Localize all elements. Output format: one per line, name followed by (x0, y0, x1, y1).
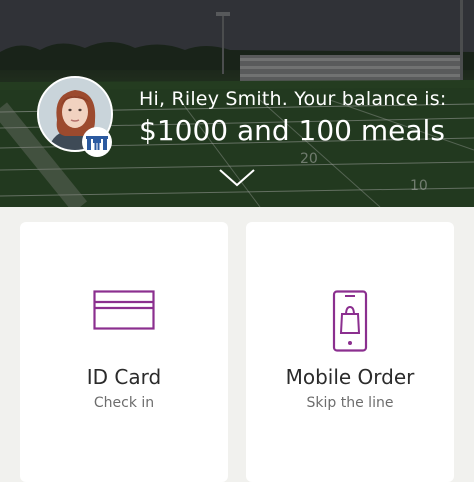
id-card-title: ID Card (86, 365, 162, 389)
id-card-subtitle: Check in (93, 395, 155, 411)
mobile-order-subtitle: Skip the line (306, 395, 394, 411)
mobile-order-icon (332, 290, 368, 352)
chevron-down-icon[interactable] (218, 168, 256, 192)
id-card-icon (93, 290, 155, 330)
mobile-order-title: Mobile Order (285, 365, 415, 389)
header-banner: 20 10 Hi, Riley Smith. Your balance is: … (0, 0, 474, 207)
university-logo-icon (82, 127, 112, 157)
greeting-text: Hi, Riley Smith. Your balance is: (139, 88, 447, 110)
mobile-order-tile[interactable]: Mobile Order Skip the line (246, 222, 454, 482)
id-card-tile[interactable]: ID Card Check in (20, 222, 228, 482)
balance-text: $1000 and 100 meals (139, 114, 445, 147)
